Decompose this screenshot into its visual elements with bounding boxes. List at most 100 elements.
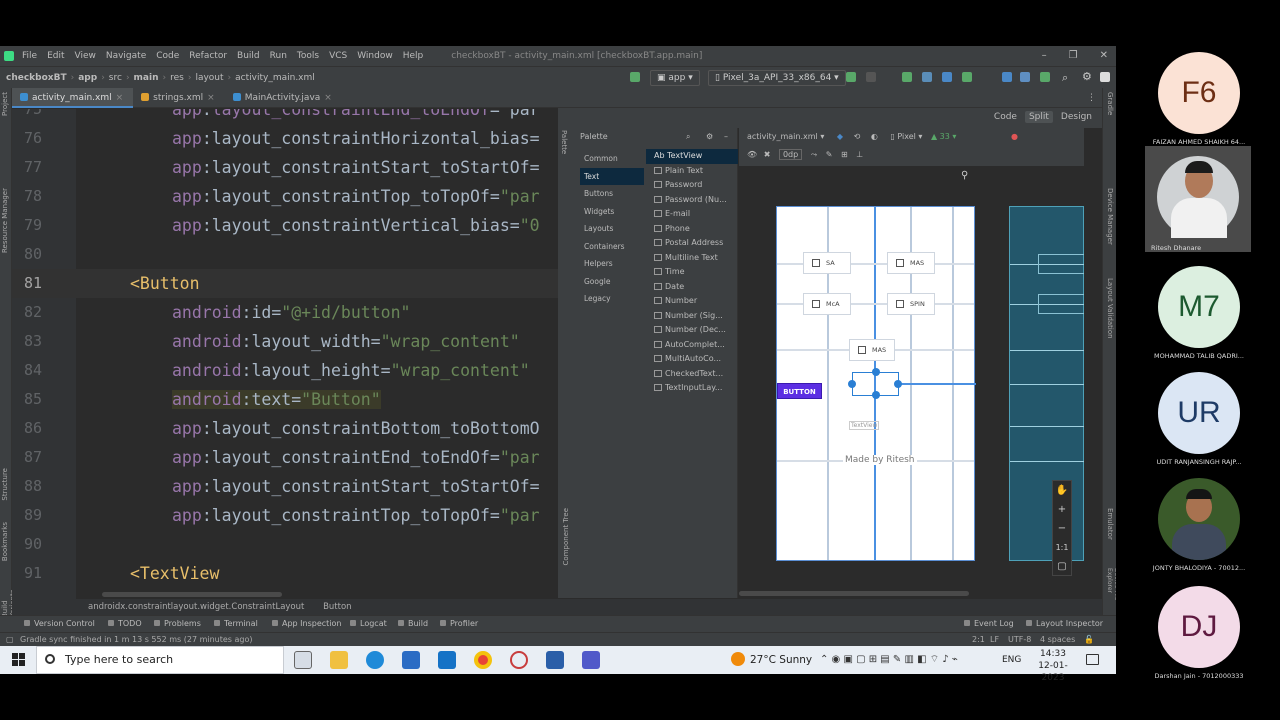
palette-category-google[interactable]: Google (580, 273, 644, 291)
align-icon[interactable]: ⊥ (856, 150, 863, 159)
status-message[interactable]: Gradle sync finished in 1 m 13 s 552 ms … (20, 633, 253, 646)
rerun-icon[interactable] (866, 72, 876, 82)
palette-category-widgets[interactable]: Widgets (580, 203, 644, 221)
breadcrumb-item[interactable]: src (109, 73, 122, 83)
code-line[interactable]: 91 <TextView (12, 559, 558, 588)
canvas-horizontal-scrollbar[interactable] (739, 591, 969, 596)
pin-icon[interactable]: ⚲ (961, 170, 968, 181)
palette-category-buttons[interactable]: Buttons (580, 185, 644, 203)
code-line[interactable]: 77 app:layout_constraintStart_toStartOf= (12, 153, 558, 182)
checkbox-preview[interactable]: MAS (849, 339, 895, 361)
code-line[interactable]: 86 app:layout_constraintBottom_toBottomO (12, 414, 558, 443)
checkbox-preview[interactable]: SPIN (887, 293, 935, 315)
code-line[interactable]: 80 (12, 240, 558, 269)
breadcrumb-item[interactable]: layout (195, 73, 223, 83)
version-control-tab[interactable]: Version Control (24, 616, 95, 632)
menu-run[interactable]: Run (270, 51, 287, 61)
gear-icon[interactable]: ⚙ (1082, 70, 1092, 83)
textview-preview[interactable]: TextView (849, 421, 880, 430)
palette-gear-icon[interactable]: ⚙ (706, 128, 713, 146)
maximize-icon[interactable]: ❐ (1069, 46, 1078, 66)
device-dropdown-canvas[interactable]: ▯ Pixel ▾ (890, 132, 922, 141)
taskbar-search[interactable]: Type here to search (36, 646, 284, 674)
clear-constraints-icon[interactable]: ⤳ (811, 150, 817, 159)
code-line[interactable]: 87 app:layout_constraintEnd_toEndOf="par (12, 443, 558, 472)
palette-search-icon[interactable]: ⌕ (686, 128, 690, 146)
resource-manager-tool-tab[interactable]: Resource Manager (1, 188, 9, 253)
palette-category-text[interactable]: Text (580, 167, 644, 185)
blueprint-preview[interactable] (1009, 206, 1084, 561)
hammer-icon[interactable] (630, 72, 640, 82)
constraint-handle[interactable] (894, 380, 902, 388)
api-dropdown[interactable]: ▲ 33 ▾ (931, 132, 956, 141)
code-line[interactable]: 85 android:text="Button" (12, 385, 558, 414)
palette-item[interactable]: Postal Address (646, 236, 738, 251)
event-log-tab[interactable]: Event Log (964, 616, 1014, 632)
store-icon[interactable] (402, 651, 420, 669)
code-line[interactable]: 90 (12, 530, 558, 559)
code-editor[interactable]: 75 app:layout_constraintEnd_toEndOf="par 7… (12, 109, 558, 599)
error-indicator-icon[interactable]: ● (1011, 132, 1018, 141)
participant-tile[interactable]: JONTY BHALODIYA - 70012... (1145, 478, 1253, 572)
chrome-icon[interactable] (474, 651, 492, 669)
notification-icon[interactable] (1086, 654, 1099, 665)
debug-icon[interactable] (902, 72, 912, 82)
participant-tile[interactable]: UR UDIT RANJANSINGH RAJP... (1145, 372, 1253, 466)
palette-item[interactable]: CheckedText... (646, 367, 738, 382)
palette-item[interactable]: E-mail (646, 207, 738, 222)
palette-category-legacy[interactable]: Legacy (580, 290, 644, 308)
code-line[interactable]: 75 app:layout_constraintEnd_toEndOf="par (12, 109, 558, 124)
layout-inspector-tab[interactable]: Layout Inspector (1026, 616, 1103, 632)
palette-category-containers[interactable]: Containers (580, 238, 644, 256)
code-line[interactable]: 82 android:id="@+id/button" (12, 298, 558, 327)
palette-category-layouts[interactable]: Layouts (580, 220, 644, 238)
palette-item[interactable]: Number (646, 294, 738, 309)
constraint-handle[interactable] (872, 391, 880, 399)
menu-code[interactable]: Code (156, 51, 179, 61)
infer-constraints-icon[interactable]: ✎ (826, 150, 833, 159)
close-icon[interactable]: ✕ (1100, 46, 1108, 66)
breadcrumb-item[interactable]: main (134, 73, 159, 83)
lock-icon[interactable]: 🔓 (1084, 633, 1094, 646)
menu-edit[interactable]: Edit (47, 51, 64, 61)
tray-icons[interactable]: ⌃ ◉ ▣ ▢ ⊞ ▤ ✎ ▥ ◧ ⌔ ♪ ⌁ (820, 654, 958, 665)
structure-tool-tab[interactable]: Structure (1, 468, 9, 501)
menu-window[interactable]: Window (357, 51, 393, 61)
code-line[interactable]: 88 app:layout_constraintStart_toStartOf= (12, 472, 558, 501)
menu-view[interactable]: View (75, 51, 96, 61)
layout-validation-tool-tab[interactable]: Layout Validation (1106, 278, 1114, 339)
checkbox-preview[interactable]: McA (803, 293, 851, 315)
menu-build[interactable]: Build (237, 51, 260, 61)
layout-file-dropdown[interactable]: activity_main.xml ▾ (747, 132, 824, 141)
sync-gradle-icon[interactable] (1002, 72, 1012, 82)
participant-video[interactable]: Ritesh Dhanare (1145, 146, 1251, 252)
minimize-icon[interactable]: – (1042, 46, 1047, 66)
run-icon[interactable] (846, 72, 856, 82)
bookmarks-tool-tab[interactable]: Bookmarks (1, 522, 9, 561)
breadcrumb-item[interactable]: checkboxBT (6, 73, 67, 83)
palette-item[interactable]: TextInputLay... (646, 381, 738, 396)
code-line[interactable]: 78 app:layout_constraintTop_toTopOf="par (12, 182, 558, 211)
palette-item[interactable]: AutoComplet... (646, 338, 738, 353)
night-mode-icon[interactable]: ◐ (871, 132, 878, 141)
component-tree-tab[interactable]: Component Tree (562, 508, 570, 565)
app-inspection-tab[interactable]: App Inspection (272, 616, 342, 632)
todo-tab[interactable]: TODO (108, 616, 142, 632)
task-view-icon[interactable] (294, 651, 312, 669)
palette-item[interactable]: Number (Dec... (646, 323, 738, 338)
attach-debugger-icon[interactable] (942, 72, 952, 82)
code-line[interactable]: 79 app:layout_constraintVertical_bias="0 (12, 211, 558, 240)
participant-tile[interactable]: M7 MOHAMMAD TALIB QADRI... (1145, 266, 1253, 360)
palette-item[interactable]: Plain Text (646, 164, 738, 179)
edge-icon[interactable] (366, 651, 384, 669)
participant-tile[interactable]: F6 FAIZAN AHMED SHAIKH 64... (1145, 52, 1253, 146)
run-config-dropdown[interactable]: ▣ app ▾ (650, 70, 700, 86)
palette-item[interactable]: Date (646, 280, 738, 295)
view-mode-code[interactable]: Code (990, 111, 1021, 123)
pack-icon[interactable]: ⊞ (841, 150, 848, 159)
snipping-tool-icon[interactable] (510, 651, 528, 669)
emulator-tool-tab[interactable]: Emulator (1106, 508, 1114, 540)
palette-category-helpers[interactable]: Helpers (580, 255, 644, 273)
button-preview[interactable]: BUTTON (777, 383, 822, 399)
zoom-to-fit-icon[interactable]: ▢ (1053, 557, 1071, 576)
